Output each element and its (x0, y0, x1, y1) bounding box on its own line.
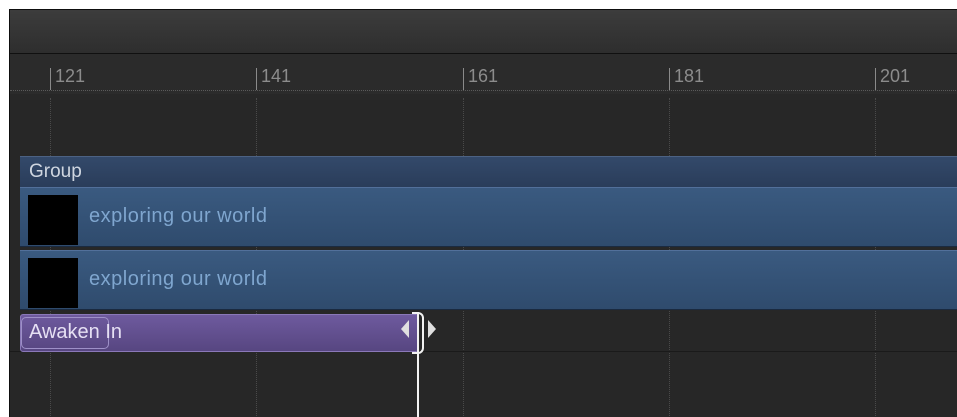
group-track-label: Group (29, 161, 82, 182)
trim-right-handle-icon[interactable] (428, 320, 436, 338)
layer-track[interactable]: exploring our world (20, 250, 957, 310)
behavior-bar-awaken-in[interactable]: Awaken In (20, 314, 419, 352)
ruler-tick-label: 161 (468, 66, 499, 86)
ruler-tick (50, 68, 51, 90)
ruler-tick-label: 201 (880, 66, 911, 86)
timeline-panel: 121 141 161 181 201 Group exploring our … (9, 9, 957, 417)
ruler-tick (256, 68, 257, 90)
layer-track-label: exploring our world (89, 205, 268, 227)
ruler-tick-label: 121 (55, 66, 86, 86)
ruler-tick (875, 68, 876, 90)
ruler-tick-label: 181 (674, 66, 705, 86)
ruler-tick-label: 141 (261, 66, 292, 86)
layer-track[interactable]: exploring our world (20, 187, 957, 247)
behavior-label: Awaken In (29, 321, 123, 343)
layer-thumbnail (28, 195, 78, 245)
ruler-tick (669, 68, 670, 90)
time-ruler[interactable]: 121 141 161 181 201 (10, 54, 957, 94)
ruler-baseline (10, 90, 957, 91)
layer-thumbnail (28, 258, 78, 308)
trim-left-handle-icon[interactable] (401, 320, 409, 338)
layer-track-label: exploring our world (89, 268, 268, 290)
playhead[interactable] (417, 312, 419, 417)
timeline-toolbar (10, 10, 957, 54)
group-track[interactable]: Group (20, 156, 957, 188)
ruler-tick (463, 68, 464, 90)
